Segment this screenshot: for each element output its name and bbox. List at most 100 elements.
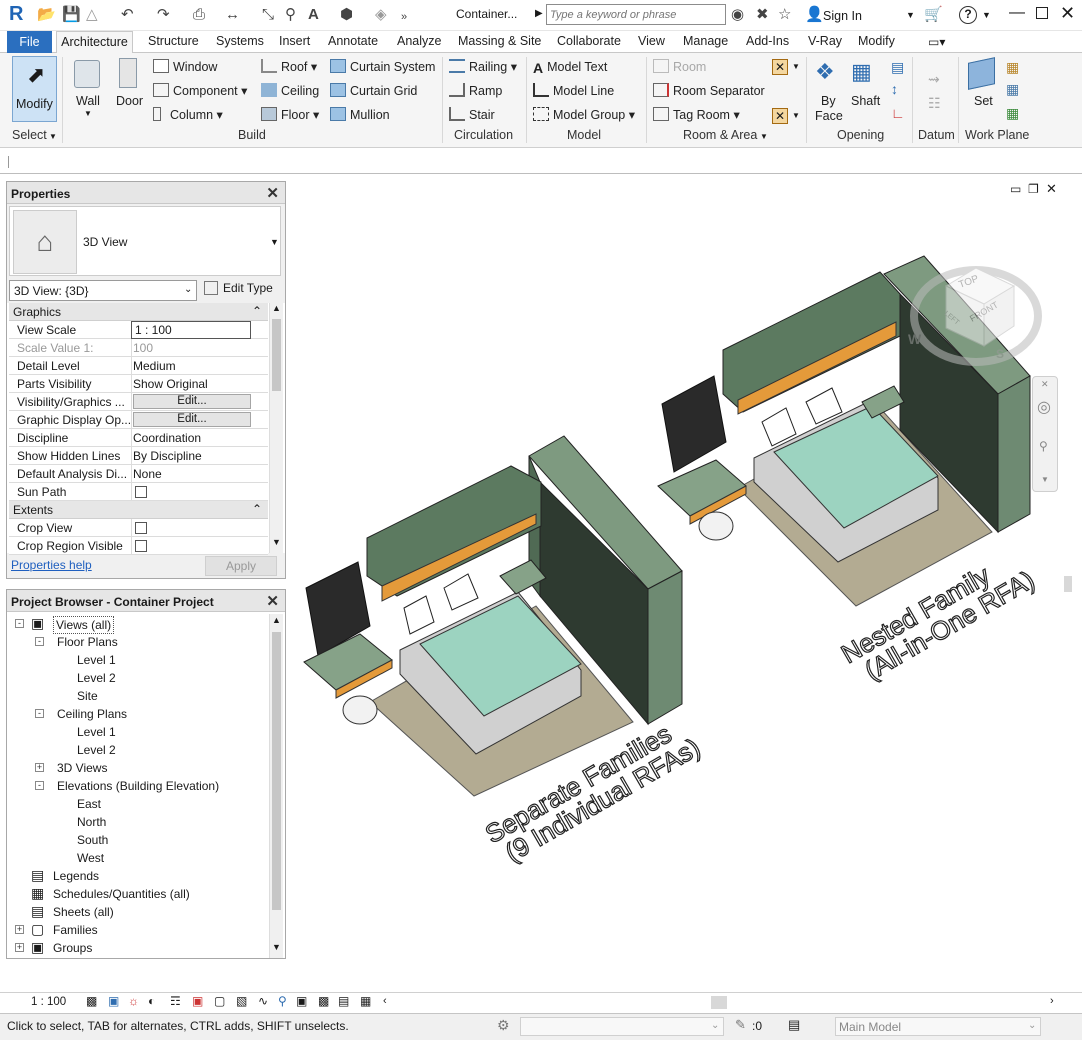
tree-elevation-south[interactable]: South [77, 832, 108, 848]
highlight-icon[interactable]: ▤ [338, 994, 349, 1008]
subscription-icon[interactable]: ✖ [756, 7, 769, 23]
open-icon[interactable]: 📂 [37, 7, 56, 23]
tree-families[interactable]: Families [53, 922, 98, 938]
property-row[interactable]: Discipline Coordination [9, 429, 268, 447]
favorites-star-icon[interactable]: ☆ [778, 7, 791, 23]
door-button[interactable]: Door [116, 93, 143, 109]
property-checkbox[interactable] [135, 486, 147, 498]
crop-view-icon[interactable]: ▣ [192, 994, 203, 1008]
model-text-button[interactable]: A Model Text [533, 59, 607, 75]
tree-floor-plan-site[interactable]: Site [77, 688, 98, 704]
tree-floor-plan-level-1[interactable]: Level 1 [77, 652, 116, 668]
wall-icon[interactable] [74, 60, 100, 88]
room-area-panel-label[interactable]: Room & Area [683, 128, 757, 142]
canvas-vertical-scrollbar[interactable] [1062, 176, 1076, 992]
edit-button[interactable]: Edit... [133, 394, 251, 409]
search-input[interactable] [546, 4, 726, 25]
component-button[interactable]: Component ▾ [153, 83, 247, 99]
tree-views-all[interactable]: Views (all) [53, 616, 115, 634]
property-row[interactable]: Graphic Display Op... Edit... [9, 411, 268, 429]
workset-dropdown[interactable]: ⌄ [520, 1017, 724, 1036]
collapse-icon[interactable]: - [35, 709, 44, 718]
browser-scroll-down-icon[interactable]: ▼ [272, 942, 281, 952]
expand-icon[interactable]: + [35, 763, 44, 772]
window-button[interactable]: Window [153, 59, 217, 75]
default-3d-view-icon[interactable]: ⬢ [340, 7, 353, 23]
property-checkbox[interactable] [135, 540, 147, 552]
nav-options-icon[interactable]: ▼ [1041, 475, 1049, 484]
temp-view-props-icon[interactable]: ▣ [296, 994, 307, 1008]
property-checkbox[interactable] [135, 522, 147, 534]
collapse-icon[interactable]: - [35, 781, 44, 790]
navigation-bar[interactable]: ✕ ◎ ⚲ ▼ [1032, 376, 1058, 492]
scroll-up-icon[interactable]: ▲ [272, 303, 281, 313]
select-dropdown-icon[interactable]: ▼ [49, 132, 57, 141]
ramp-button[interactable]: Ramp [449, 83, 502, 99]
tab-analyze[interactable]: Analyze [397, 34, 441, 48]
design-option-dropdown[interactable]: Main Model ⌄ [835, 1017, 1041, 1036]
maximize-icon[interactable] [1036, 7, 1048, 19]
tab-view[interactable]: View [638, 34, 665, 48]
tree-elevations[interactable]: Elevations (Building Elevation) [57, 778, 219, 794]
tab-collaborate[interactable]: Collaborate [557, 34, 621, 48]
close-icon[interactable]: ✕ [1060, 3, 1075, 24]
tree-ceiling-plan-level-1[interactable]: Level 1 [77, 724, 116, 740]
expand-icon[interactable]: + [15, 925, 24, 934]
wall-button[interactable]: Wall [76, 93, 100, 109]
sign-in-button[interactable]: Sign In [823, 9, 862, 23]
user-icon[interactable]: 👤 [805, 7, 824, 23]
shaft-icon[interactable]: ▦ [851, 59, 877, 87]
detail-level-icon[interactable]: ▩ [86, 994, 97, 1008]
group-graphics[interactable]: Graphics ⌃ [9, 303, 268, 321]
door-icon[interactable] [119, 58, 137, 88]
modify-button[interactable]: ⬈ Modify [12, 56, 57, 122]
tree-legends[interactable]: Legends [53, 868, 99, 884]
3d-view-canvas[interactable]: ▭ ❐ ✕ Separate Families (9 Individual RF… [296, 176, 1076, 992]
ribbon-toggle-icon[interactable]: ▭▾ [928, 35, 945, 49]
room-button[interactable]: Room [653, 59, 706, 75]
chevron-down-icon[interactable]: ▼ [906, 10, 915, 20]
property-row[interactable]: Crop View [9, 519, 268, 537]
scroll-down-icon[interactable]: ▼ [272, 537, 281, 547]
collapse-icon[interactable]: - [35, 637, 44, 646]
property-row[interactable]: View Scale 1 : 100 [9, 321, 268, 339]
stair-button[interactable]: Stair [449, 107, 495, 123]
show-work-plane-icon[interactable]: ▦ [1006, 59, 1019, 76]
tree-floor-plans[interactable]: Floor Plans [57, 634, 118, 650]
tree-floor-plan-level-2[interactable]: Level 2 [77, 670, 116, 686]
tab-file[interactable]: File [7, 31, 52, 53]
property-row[interactable]: Scale Value 1: 100 [9, 339, 268, 357]
tree-elevation-east[interactable]: East [77, 796, 101, 812]
property-row[interactable]: Visibility/Graphics ... Edit... [9, 393, 268, 411]
aligned-dimension-icon[interactable]: ⤡ [262, 7, 274, 23]
sync-icon[interactable]: △ [86, 7, 98, 23]
undo-icon[interactable]: ↶ [121, 7, 134, 23]
dormer-icon[interactable]: ∟ [891, 105, 905, 121]
property-row[interactable]: Default Analysis Di... None [9, 465, 268, 483]
curtain-grid-button[interactable]: Curtain Grid [330, 83, 417, 99]
grid-icon[interactable]: ☷ [928, 95, 941, 112]
column-button[interactable]: Column ▾ [153, 107, 223, 123]
properties-scrollbar[interactable]: ▲ ▼ [269, 303, 283, 553]
temp-hide-icon[interactable]: ∿ [258, 994, 268, 1008]
property-row[interactable]: Crop Region Visible [9, 537, 268, 555]
text-icon[interactable]: A [308, 7, 319, 23]
tree-sheets[interactable]: Sheets (all) [53, 904, 114, 920]
help-button[interactable]: ? [959, 6, 977, 24]
property-row[interactable]: Parts Visibility Show Original [9, 375, 268, 393]
wall-dropdown-icon[interactable]: ▼ [84, 109, 92, 118]
tab-architecture[interactable]: Architecture [56, 31, 133, 54]
view-scale[interactable]: 1 : 100 [31, 996, 66, 1008]
type-dropdown-icon[interactable]: ▼ [270, 237, 279, 247]
type-selector[interactable]: ⌂ 3D View ▼ [9, 206, 281, 276]
hscroll-right-icon[interactable]: › [1050, 995, 1054, 1007]
instance-selector[interactable]: 3D View: {3D} ⌄ [9, 280, 197, 301]
room-separator-button[interactable]: Room Separator [653, 83, 765, 99]
apply-button[interactable]: Apply [205, 556, 277, 576]
design-options-icon[interactable]: ▤ [788, 1017, 800, 1033]
binoculars-icon[interactable]: ◉ [731, 7, 744, 23]
tag-area-dropdown-icon[interactable]: ▼ [792, 111, 800, 120]
area-boundary-icon[interactable]: ✕ [772, 108, 788, 124]
expand-icon[interactable]: + [15, 943, 24, 952]
visual-style-icon[interactable]: ▣ [108, 994, 119, 1008]
